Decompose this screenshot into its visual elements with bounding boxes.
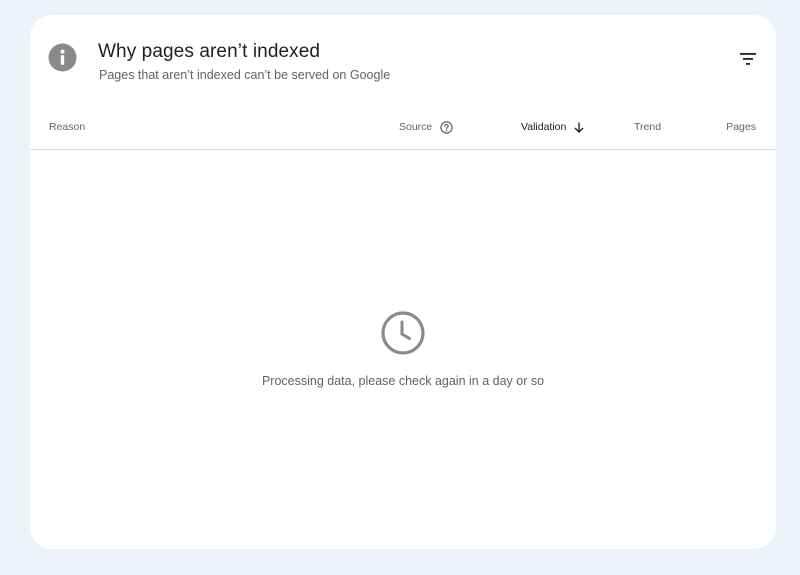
indexing-card: Why pages aren’t indexed Pages that aren… xyxy=(30,15,776,549)
column-header-validation[interactable]: Validation xyxy=(521,115,584,139)
arrow-down-icon xyxy=(574,122,584,133)
column-label: Reason xyxy=(49,121,86,133)
table-header: Reason Source Validation Trend Pages xyxy=(30,115,776,150)
empty-state: Processing data, please check again in a… xyxy=(30,310,776,388)
card-header: Why pages aren’t indexed Pages that aren… xyxy=(30,15,776,115)
info-icon xyxy=(48,43,77,72)
card-title: Why pages aren’t indexed xyxy=(98,41,321,62)
column-label: Pages xyxy=(726,121,756,133)
column-label: Trend xyxy=(634,121,662,133)
card-subtitle: Pages that aren’t indexed can’t be serve… xyxy=(99,68,391,82)
empty-state-message: Processing data, please check again in a… xyxy=(261,374,545,388)
help-icon[interactable] xyxy=(440,120,453,134)
column-header-trend[interactable]: Trend xyxy=(634,115,661,139)
column-label: Validation xyxy=(521,121,567,133)
filter-icon xyxy=(740,53,756,65)
column-header-source[interactable]: Source xyxy=(399,115,453,139)
clock-icon xyxy=(381,311,425,355)
column-header-reason[interactable]: Reason xyxy=(49,115,85,139)
column-label: Source xyxy=(399,121,433,133)
filter-button[interactable] xyxy=(734,45,762,73)
column-header-pages[interactable]: Pages xyxy=(726,115,756,139)
